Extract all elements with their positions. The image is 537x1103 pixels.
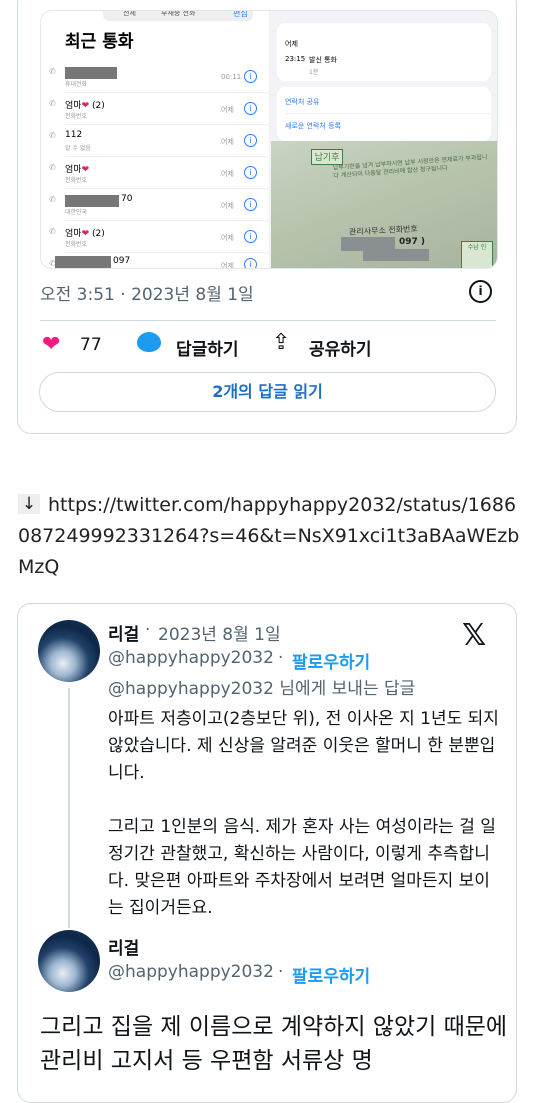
separator-dot: ·: [145, 620, 151, 640]
call-row: ✆ 엄마❤ (2) 전화번호 어제 i: [41, 221, 269, 253]
bill-photo: 납기후 납부기한을 넘겨 납부하시면 납부 시정안은 연체료가 부과됩니다 계산…: [271, 141, 497, 268]
call-row: ✆ 엄마❤ (2) 전화번호 어제 i: [41, 93, 269, 125]
call-name: 엄마❤: [65, 165, 90, 175]
call-name: 70: [121, 194, 133, 204]
overdue-stamp: 납기후: [311, 149, 343, 165]
tab-all: 전체: [123, 10, 136, 17]
redacted-name: [55, 256, 111, 268]
author-name[interactable]: 리걸: [108, 620, 139, 645]
author-handle[interactable]: @happyhappy2032: [108, 962, 274, 982]
call-time: 어제: [221, 202, 234, 210]
redacted-name: [65, 195, 119, 207]
tweet-body: 아파트 저층이고(2층보단 위), 전 이사온 지 1년도 되지 않았습니다. …: [108, 709, 499, 918]
tweet-photo[interactable]: 전체 부재중 전화 편집 최근 통화 ✆ 휴대전화 00:11 i ✆ 엄마❤ …: [40, 10, 498, 269]
call-row: ✆ 휴대전화 00:11 i: [41, 61, 269, 93]
call-time: 어제: [221, 262, 234, 269]
call-sub: 휴대전화: [65, 81, 88, 88]
info-icon[interactable]: i: [469, 280, 492, 303]
office-phone-number: 097 ): [399, 237, 426, 247]
call-name: 엄마❤ (2): [65, 229, 105, 239]
recent-calls-screenshot: 전체 부재중 전화 편집 최근 통화 ✆ 휴대전화 00:11 i ✆ 엄마❤ …: [41, 11, 269, 268]
detail-duration: 1분: [309, 69, 319, 76]
info-icon: i: [244, 102, 257, 115]
read-replies-button[interactable]: 2개의 답글 읽기: [39, 372, 496, 412]
tweet-timestamp[interactable]: 오전 3:51 · 2023년 8월 1일: [40, 280, 254, 305]
redacted-name: [65, 67, 117, 79]
call-name: 097: [113, 256, 131, 266]
separator-dot: ·: [278, 962, 284, 982]
heart-icon: ❤: [81, 165, 90, 175]
reply-bubble-icon[interactable]: [137, 332, 161, 352]
call-sub: 전화번호: [65, 177, 88, 184]
detail-day: 어제: [285, 40, 298, 48]
call-sub: 알 수 없음: [65, 145, 91, 152]
info-icon: i: [244, 258, 257, 268]
redaction-block: [363, 249, 429, 261]
author-name[interactable]: 리걸: [108, 934, 139, 959]
info-icon: i: [244, 134, 257, 147]
call-sub: 대한민국: [65, 209, 88, 216]
phone-icon: ✆: [49, 131, 56, 140]
info-icon: i: [244, 166, 257, 179]
avatar[interactable]: [38, 620, 100, 682]
divider: [40, 320, 496, 321]
call-row: ✆ 112 알 수 없음 어제 i: [41, 125, 269, 157]
receipt-stamp: 수납 인: [461, 241, 493, 268]
share-icon[interactable]: ⇪: [272, 330, 290, 355]
detail-time: 23:15: [285, 55, 306, 63]
replying-to: @happyhappy2032 님에게 보내는 답글: [108, 679, 416, 699]
share-button[interactable]: 공유하기: [309, 335, 372, 360]
call-sub: 전화번호: [65, 113, 88, 120]
new-contact-link: 새로운 연락처 등록: [285, 122, 341, 130]
tab-missed: 부재중 전화: [161, 10, 196, 17]
call-detail-screenshot: 어제 23:15 발신 통화 1분 연락처 공유 새로운 연락처 등록: [271, 11, 497, 141]
call-time: 어제: [221, 234, 234, 242]
phone-icon: ✆: [49, 67, 56, 76]
call-name: 엄마❤ (2): [65, 101, 105, 111]
separator-dot: ·: [278, 648, 284, 668]
info-icon: i: [244, 70, 257, 83]
office-phone-label: 관리사무소 전화번호: [348, 224, 418, 237]
heart-icon: ❤: [81, 229, 90, 239]
call-name: 112: [65, 130, 83, 140]
bill-text: 납부기한을 넘겨 납부하시면 납부 시정안은 연체료가 부과됩니다 계산되어 다…: [332, 153, 488, 180]
info-icon: i: [244, 198, 257, 211]
call-time: 00:11: [221, 73, 242, 81]
share-contact-link: 연락처 공유: [285, 98, 320, 106]
tweet-date[interactable]: 2023년 8월 1일: [158, 620, 281, 645]
tweet-link[interactable]: https://twitter.com/happyhappy2032/statu…: [18, 490, 523, 583]
follow-button[interactable]: 팔로우하기: [292, 648, 370, 673]
like-heart-icon[interactable]: ❤: [42, 332, 60, 358]
like-count[interactable]: 77: [80, 335, 102, 355]
contact-actions-box: 연락처 공유 새로운 연락처 등록: [277, 87, 491, 141]
follow-button[interactable]: 팔로우하기: [292, 962, 370, 987]
author-handle[interactable]: @happyhappy2032: [108, 648, 274, 668]
avatar[interactable]: [38, 930, 100, 992]
detail-type: 발신 통화: [309, 56, 337, 64]
reply-button[interactable]: 답글하기: [176, 335, 239, 360]
phone-icon: ✆: [49, 163, 56, 172]
call-row: ✆ 70 대한민국 어제 i: [41, 189, 269, 221]
call-time: 어제: [221, 138, 234, 146]
edit-link: 편집: [233, 10, 248, 18]
divider: [285, 113, 491, 114]
phone-icon: ✆: [49, 99, 56, 108]
call-time: 어제: [221, 170, 234, 178]
heart-icon: ❤: [81, 101, 90, 111]
call-time: 어제: [221, 106, 234, 114]
call-row: ✆ 097 어제 i: [41, 253, 269, 269]
thread-line: [68, 688, 70, 928]
info-icon: i: [244, 230, 257, 243]
recent-calls-title: 최근 통화: [65, 32, 134, 52]
call-sub: 전화번호: [65, 241, 88, 248]
reply-body: 그리고 집을 제 이름으로 계약하지 않았기 때문에 관리비 고지서 등 우편함…: [40, 1014, 508, 1074]
call-row: ✆ 엄마❤ 전화번호 어제 i: [41, 157, 269, 189]
x-logo-icon[interactable]: 𝕏: [462, 618, 486, 653]
phone-icon: ✆: [49, 227, 56, 236]
phone-icon: ✆: [49, 195, 56, 204]
call-detail-box: 어제 23:15 발신 통화 1분: [277, 23, 491, 81]
